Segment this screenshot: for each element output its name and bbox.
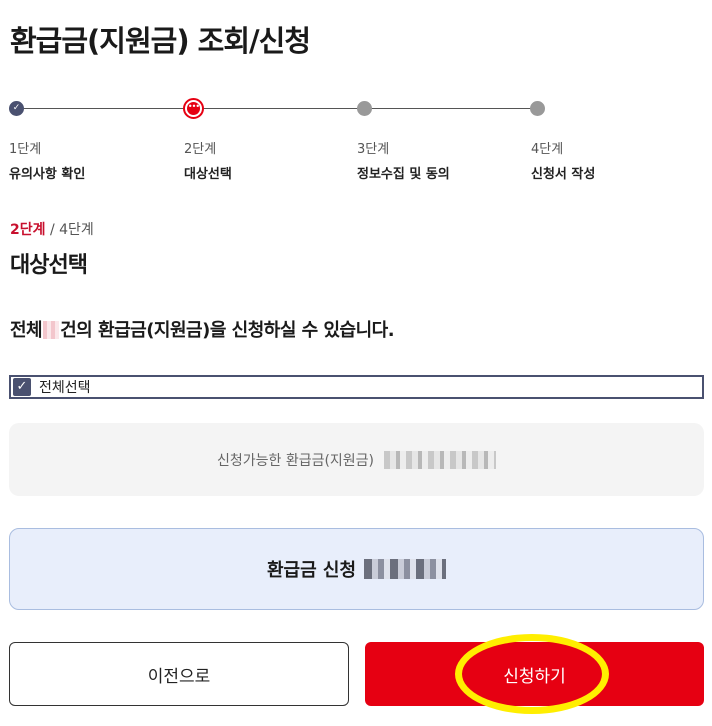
check-icon: ✓ xyxy=(9,101,24,116)
page-title: 환급금(지원금) 조회/신청 xyxy=(10,24,311,58)
redacted-count xyxy=(43,321,60,339)
apply-summary-box: 환급금 신청 xyxy=(9,528,704,610)
step-label: 정보수집 및 동의 xyxy=(357,167,450,182)
previous-button[interactable]: 이전으로 xyxy=(9,642,349,706)
pending-step-icon xyxy=(357,101,372,116)
step-number: 1단계 xyxy=(9,142,42,157)
summary-prefix: 전체 xyxy=(10,320,43,341)
step-label: 대상선택 xyxy=(184,167,232,182)
available-amount-box: 신청가능한 환급금(지원금) xyxy=(9,423,704,496)
summary-suffix: 건의 환급금(지원금)을 신청하실 수 있습니다. xyxy=(60,320,395,341)
step-label: 신청서 작성 xyxy=(531,167,596,182)
step-number: 4단계 xyxy=(531,142,564,157)
in-progress-icon: ••• xyxy=(183,98,204,119)
redacted-amount xyxy=(384,450,497,469)
step-label: 유의사항 확인 xyxy=(9,167,86,182)
section-title: 대상선택 xyxy=(10,253,88,278)
available-amount-label: 신청가능한 환급금(지원금) xyxy=(216,452,375,469)
step-number: 3단계 xyxy=(357,142,390,157)
select-all-label: 전체선택 xyxy=(39,380,91,396)
pending-step-icon xyxy=(530,101,545,116)
checkbox-checked-icon[interactable]: ✓ xyxy=(13,378,31,396)
step-progress: ✓ 1단계 유의사항 확인 ••• 2단계 대상선택 3단계 정보수집 및 동의… xyxy=(0,98,712,188)
apply-button[interactable]: 신청하기 xyxy=(365,642,704,706)
stage-counter: 2단계 / 4단계 xyxy=(10,219,94,239)
step-connector xyxy=(20,108,536,109)
stage-separator: / xyxy=(45,222,60,238)
eligible-summary: 전체 건의 환급금(지원금)을 신청하실 수 있습니다. xyxy=(10,316,395,342)
total-stages: 4단계 xyxy=(59,222,94,238)
redacted-total xyxy=(364,559,447,579)
current-stage: 2단계 xyxy=(10,222,46,238)
step-number: 2단계 xyxy=(184,142,217,157)
select-all-checkbox[interactable]: ✓ 전체선택 xyxy=(9,375,704,399)
apply-summary-label: 환급금 신청 xyxy=(266,560,357,581)
